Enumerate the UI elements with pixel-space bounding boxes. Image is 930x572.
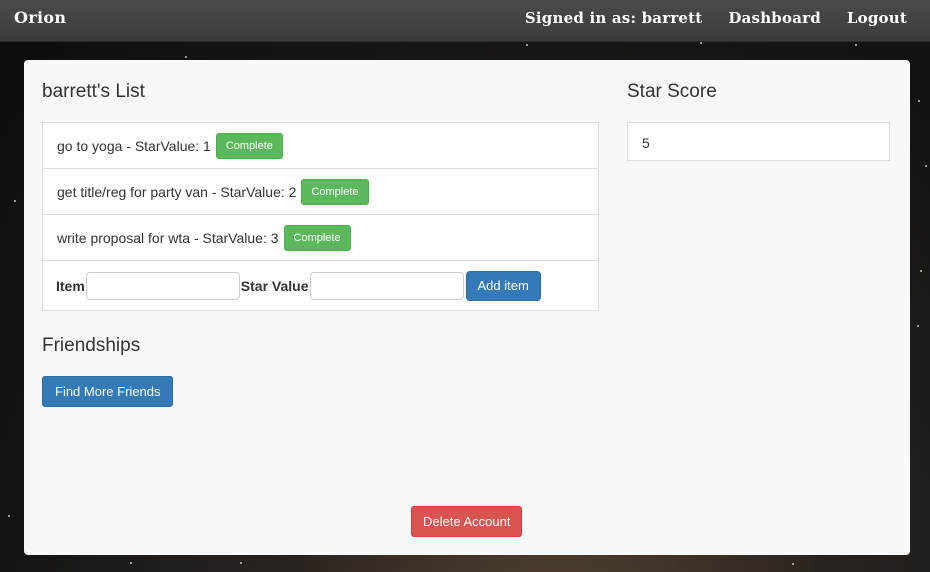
list-item: go to yoga - StarValue: 1 Complete (43, 123, 598, 169)
star (918, 100, 920, 102)
star (185, 56, 187, 58)
add-item-form: Item Star Value Add item (43, 261, 598, 310)
friendships-title: Friendships (42, 335, 141, 356)
star-value-label: Star Value (240, 277, 309, 294)
complete-button[interactable]: Complete (215, 132, 283, 159)
list-title: barrett's List (42, 81, 145, 102)
star-score-value: 5 (627, 122, 890, 161)
main-panel: barrett's List go to yoga - StarValue: 1… (24, 60, 910, 555)
star (14, 200, 16, 202)
complete-button[interactable]: Complete (301, 178, 369, 205)
nav-links: Signed in as: barrett Dashboard Logout (525, 9, 907, 27)
add-item-button[interactable]: Add item (465, 270, 541, 301)
logout-link[interactable]: Logout (847, 9, 907, 27)
item-label: Item (56, 277, 85, 294)
star (130, 562, 132, 564)
dashboard-link[interactable]: Dashboard (728, 9, 820, 27)
brand-link[interactable]: Orion (14, 8, 66, 27)
item-input[interactable] (85, 271, 240, 300)
list-item-text: write proposal for wta - StarValue: 3 (57, 229, 279, 246)
star-value-input[interactable] (309, 271, 464, 300)
star (792, 563, 794, 565)
signed-in-user-link[interactable]: Signed in as: barrett (525, 9, 703, 27)
list-item: write proposal for wta - StarValue: 3 Co… (43, 215, 598, 261)
top-navbar: Orion Signed in as: barrett Dashboard Lo… (0, 0, 930, 42)
star (855, 44, 857, 46)
list-item-text: get title/reg for party van - StarValue:… (57, 183, 297, 200)
star (917, 325, 919, 327)
star (240, 562, 242, 564)
star (925, 165, 927, 167)
complete-button[interactable]: Complete (283, 224, 351, 251)
find-more-friends-button[interactable]: Find More Friends (42, 376, 174, 407)
star-score-title: Star Score (627, 81, 717, 102)
star (920, 270, 922, 272)
star (8, 515, 10, 517)
list-item-text: go to yoga - StarValue: 1 (57, 137, 211, 154)
star (526, 44, 528, 46)
list-item: get title/reg for party van - StarValue:… (43, 169, 598, 215)
delete-account-button[interactable]: Delete Account (411, 506, 523, 537)
todo-list: go to yoga - StarValue: 1 Complete get t… (42, 122, 599, 311)
star (700, 42, 702, 44)
